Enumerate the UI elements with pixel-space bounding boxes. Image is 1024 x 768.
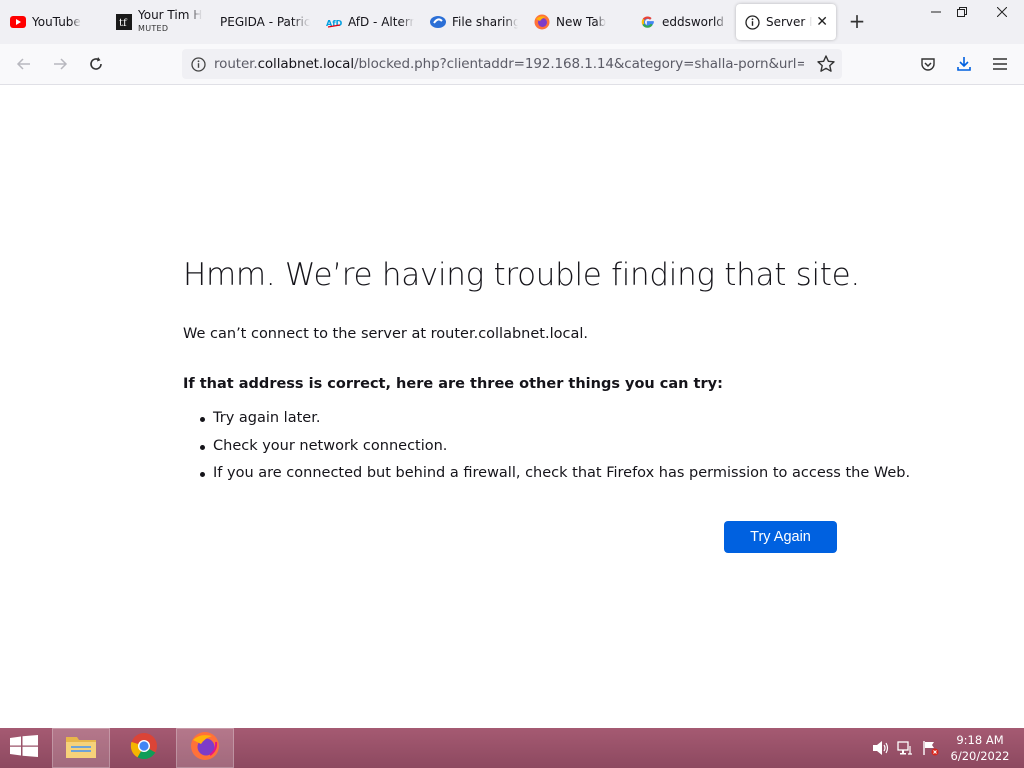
file-sharing-icon [430,14,446,30]
downloads-icon[interactable] [950,50,978,78]
tab-label: Server No [766,15,812,29]
tab-pegida[interactable]: PEGIDA - Patric [212,4,318,40]
tab-file-sharing[interactable]: File sharing [422,4,526,40]
chrome-icon [130,732,158,764]
bookmark-star-icon[interactable] [816,54,836,74]
list-item: If you are connected but behind a firewa… [199,465,910,493]
taskbar-clock[interactable]: 9:18 AM 6/20/2022 [946,732,1014,764]
tab-tim-hortons[interactable]: tf Your Tim H MUTED [108,4,214,40]
clock-date: 6/20/2022 [950,749,1010,763]
url-text: router.collabnet.local/blocked.php?clien… [214,56,804,72]
tab-label: YouTube [32,15,81,29]
action-center-flag-icon[interactable] [921,738,941,758]
pocket-icon[interactable] [914,50,942,78]
taskbar-firefox[interactable] [176,728,234,768]
try-again-button[interactable]: Try Again [724,521,837,553]
info-icon [744,14,760,30]
tab-label: Your Tim H [138,9,203,22]
afd-icon: AfD [326,14,342,30]
new-tab-button[interactable]: + [846,10,868,32]
clock-time: 9:18 AM [956,733,1004,747]
tab-label: eddsworld j [662,15,728,29]
taskbar-chrome[interactable] [116,728,172,768]
back-icon[interactable] [10,50,38,78]
tab-afd[interactable]: AfD AfD - Altern [318,4,422,40]
tab-label: PEGIDA - Patric [220,15,310,29]
network-icon[interactable] [896,738,916,758]
error-title: Hmm. We’re having trouble finding that s… [183,257,860,293]
list-item: Check your network connection. [199,438,910,466]
url-path: /blocked.php?clientaddr=192.168.1.14&cat… [354,56,804,72]
youtube-icon [10,14,26,30]
tab-new-tab[interactable]: New Tab [526,4,630,40]
tab-google[interactable]: eddsworld j [632,4,736,40]
restore-icon[interactable] [946,0,978,24]
taskbar-file-explorer[interactable] [52,728,110,768]
tim-hortons-icon: tf [116,14,132,30]
tab-label: File sharing [452,15,518,29]
navigation-toolbar: router.collabnet.local/blocked.php?clien… [0,44,1024,85]
menu-icon[interactable] [986,50,1014,78]
suggestions-list: Try again later. Check your network conn… [199,410,910,493]
forward-icon[interactable] [46,50,74,78]
reload-icon[interactable] [82,50,110,78]
firefox-icon [534,14,550,30]
tab-label: AfD - Altern [348,15,414,29]
error-description: We can’t connect to the server at router… [183,326,588,342]
windows-icon [10,735,38,761]
firefox-icon [190,731,220,765]
google-icon [640,14,656,30]
taskbar: 9:18 AM 6/20/2022 [0,728,1024,768]
volume-icon[interactable] [871,738,891,758]
list-item: Try again later. [199,410,910,438]
tab-strip: YouTube tf Your Tim H MUTED PEGIDA - Pat… [0,0,1024,44]
url-host: collabnet.local [257,56,355,72]
folder-icon [65,733,97,763]
suggestions-heading: If that address is correct, here are thr… [183,376,723,392]
svg-text:tf: tf [119,18,128,29]
start-button[interactable] [0,728,48,768]
tab-server-not-found[interactable]: Server No ✕ [736,4,836,40]
close-tab-icon[interactable]: ✕ [812,14,828,30]
address-bar[interactable]: router.collabnet.local/blocked.php?clien… [182,49,842,79]
muted-label: MUTED [138,24,169,33]
tab-label: New Tab [556,15,607,29]
error-page: Hmm. We’re having trouble finding that s… [0,85,1024,728]
site-info-icon[interactable] [182,56,214,72]
tab-youtube[interactable]: YouTube [2,4,108,40]
close-window-icon[interactable] [986,0,1018,24]
